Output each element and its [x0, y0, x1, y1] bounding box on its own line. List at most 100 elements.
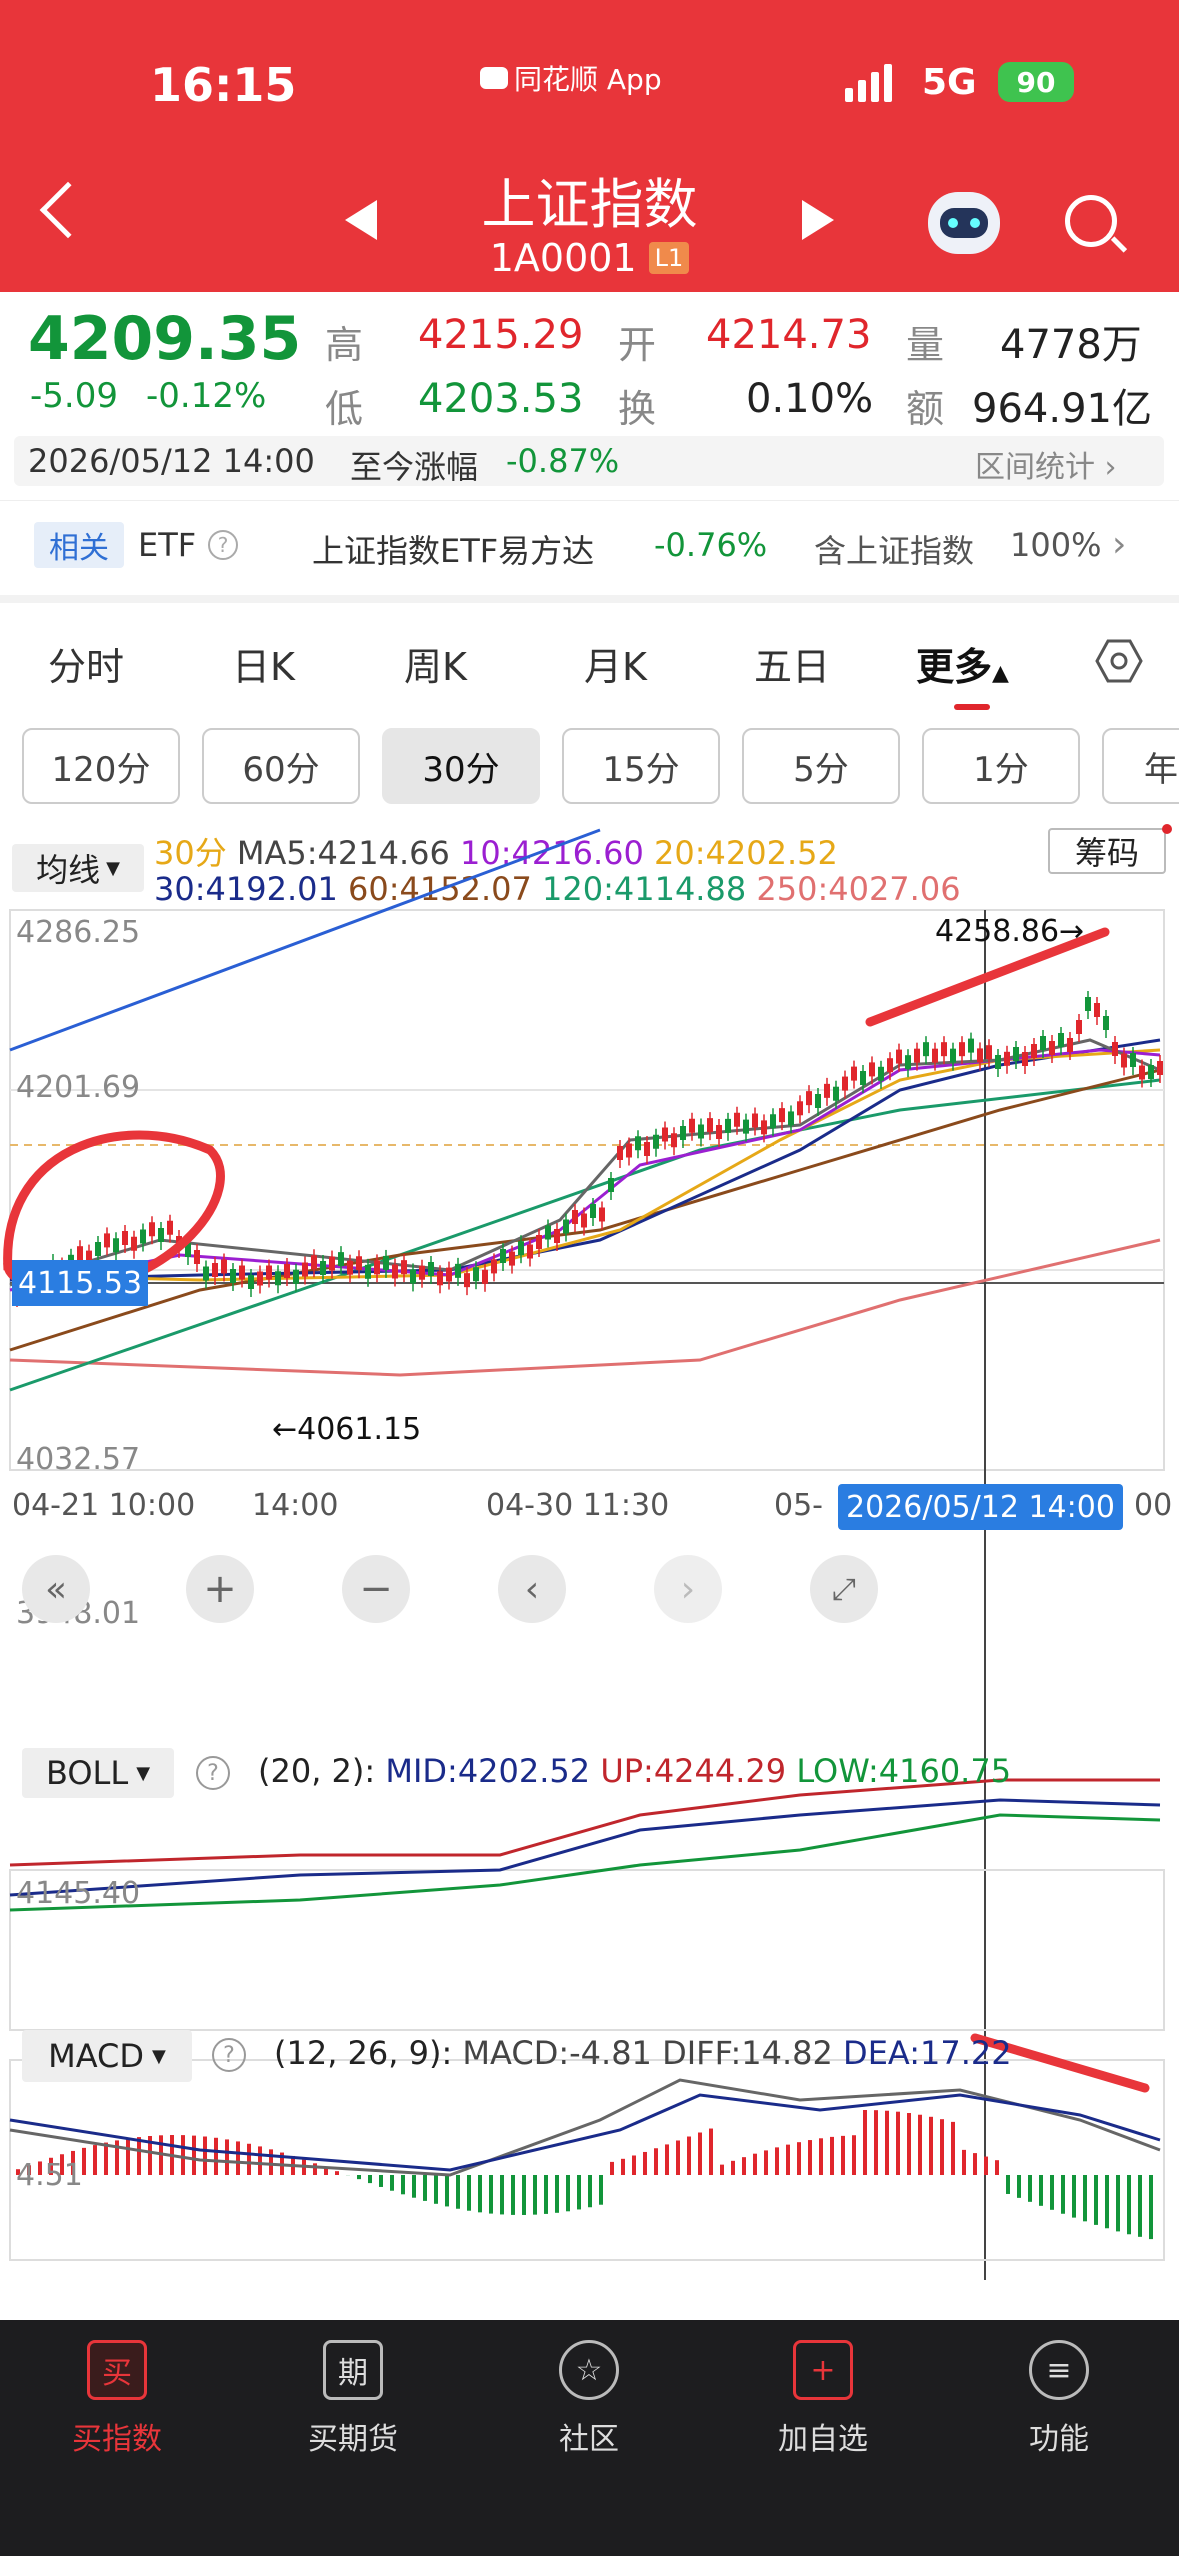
candle-body [1013, 1047, 1019, 1061]
candle-body [482, 1269, 488, 1284]
time-label-2: 14:00 [252, 1488, 339, 1523]
candle-body [995, 1055, 1001, 1069]
macd-bar [1028, 2175, 1032, 2202]
candle-body [419, 1265, 425, 1280]
chip-1m[interactable]: 1分 [922, 728, 1080, 804]
related-tag: 相关 [34, 522, 124, 568]
interval-chips: 120分 60分 30分 15分 5分 1分 年 [0, 720, 1179, 810]
macd-axis-label: 4.51 [16, 2158, 83, 2193]
candle-body [392, 1264, 398, 1279]
macd-label: MACD [48, 2037, 145, 2075]
next-index-icon[interactable] [802, 200, 834, 240]
help-icon[interactable]: ? [208, 530, 238, 560]
rewind-icon[interactable]: « [22, 1555, 90, 1623]
macd-bar [456, 2175, 460, 2209]
macd-bar [808, 2140, 812, 2175]
candle-body [968, 1038, 974, 1053]
scroll-left-icon[interactable]: ‹ [498, 1555, 566, 1623]
macd-bar [863, 2110, 867, 2175]
cursor-time-tag: 2026/05/12 14:00 [838, 1484, 1123, 1530]
nav-add-watchlist[interactable]: + 加自选 [738, 2340, 908, 2458]
macd-bar [588, 2175, 592, 2208]
status-time: 16:15 [150, 58, 297, 112]
candle-body [149, 1222, 155, 1237]
etf-name: 上证指数ETF易方达 [312, 532, 595, 570]
tab-more[interactable]: 更多▲ [916, 636, 1009, 691]
zoom-out-icon[interactable]: − [342, 1555, 410, 1623]
nav-community[interactable]: ☆ 社区 [504, 2340, 674, 2458]
macd-bar [874, 2110, 878, 2175]
status-app: 同花顺 App [480, 58, 662, 98]
macd-bar [214, 2137, 218, 2175]
macd-bar [225, 2139, 229, 2175]
help-icon[interactable]: ? [212, 2038, 246, 2072]
candle-body [437, 1271, 443, 1286]
since-value: -0.87% [506, 442, 620, 480]
amount-value: 964.91亿 [972, 386, 1152, 432]
nav-buy-futures[interactable]: 期 买期货 [268, 2340, 438, 2458]
tab-daily[interactable]: 日K [232, 636, 295, 691]
boll-selector[interactable]: BOLL ▼ [22, 1748, 174, 1798]
macd-bar [412, 2175, 416, 2198]
macd-diff: DIFF:14.82 [662, 2034, 833, 2072]
chip-60m[interactable]: 60分 [202, 728, 360, 804]
candle-body [509, 1251, 515, 1266]
related-etf-bar[interactable]: 相关 ETF ? 上证指数ETF易方达 -0.76% 含上证指数 100% › [0, 500, 1179, 603]
low-annotation: ←4061.15 [272, 1412, 422, 1447]
boll-up-line [9, 1778, 1160, 1867]
kline-chart-area[interactable]: 均线 ▼ 30分 MA5:4214.66 10:4216.60 20:4202.5… [0, 820, 1179, 2280]
tab-five-day[interactable]: 五日 [754, 636, 830, 691]
macd-bar [555, 2175, 559, 2213]
macd-params: (12, 26, 9): [274, 2034, 453, 2072]
candle-body [1058, 1033, 1064, 1047]
zoom-in-icon[interactable]: + [186, 1555, 254, 1623]
candle-body [1049, 1041, 1055, 1055]
contains-label: 含上证指数 [814, 532, 975, 570]
range-stats-link[interactable]: 区间统计 › [975, 442, 1117, 486]
macd-bar [775, 2147, 779, 2175]
macd-bar [841, 2135, 845, 2175]
chip-30m[interactable]: 30分 [382, 728, 540, 804]
axis-label-top: 4286.25 [16, 915, 141, 950]
candle-body [689, 1118, 695, 1133]
fullscreen-icon[interactable]: ⤢ [810, 1555, 878, 1623]
macd-bar [1039, 2175, 1043, 2206]
etf-label: ETF [138, 526, 197, 564]
chip-year[interactable]: 年 [1102, 728, 1179, 804]
nav-functions[interactable]: ≡ 功能 [974, 2340, 1144, 2458]
settings-icon[interactable] [1094, 636, 1144, 686]
macd-bar [258, 2146, 262, 2175]
nav-buy-index[interactable]: 买 买指数 [32, 2340, 202, 2458]
candle-body [896, 1049, 902, 1064]
help-icon[interactable]: ? [196, 1756, 230, 1790]
candle-body [1112, 1042, 1118, 1056]
tab-intraday[interactable]: 分时 [48, 636, 124, 691]
candle-body [725, 1118, 731, 1133]
macd-bar [764, 2150, 768, 2175]
tab-monthly[interactable]: 月K [584, 636, 647, 691]
macd-bar [566, 2175, 570, 2212]
macd-bar [918, 2114, 922, 2175]
candle-body [374, 1260, 380, 1275]
search-icon[interactable] [1065, 195, 1128, 253]
macd-bar [1006, 2175, 1010, 2194]
macd-bar [544, 2175, 548, 2214]
chip-15m[interactable]: 15分 [562, 728, 720, 804]
candle-body [644, 1142, 650, 1156]
macd-bar [654, 2148, 658, 2175]
chip-5m[interactable]: 5分 [742, 728, 900, 804]
candle-body [311, 1255, 317, 1270]
since-label: 至今涨幅 [350, 448, 479, 486]
candle-body [293, 1269, 299, 1284]
candle-body [302, 1262, 308, 1277]
chip-120m[interactable]: 120分 [22, 728, 180, 804]
candle-body [851, 1066, 857, 1081]
candle-body [932, 1048, 938, 1063]
scroll-right-icon[interactable]: › [654, 1555, 722, 1623]
robot-assistant-icon[interactable] [928, 192, 1000, 254]
tab-weekly[interactable]: 周K [404, 636, 467, 691]
time-label-1: 04-21 10:00 [12, 1488, 196, 1523]
price-change-pct: -0.12% [146, 376, 267, 416]
macd-selector[interactable]: MACD ▼ [22, 2030, 192, 2082]
macd-bar [599, 2175, 603, 2205]
